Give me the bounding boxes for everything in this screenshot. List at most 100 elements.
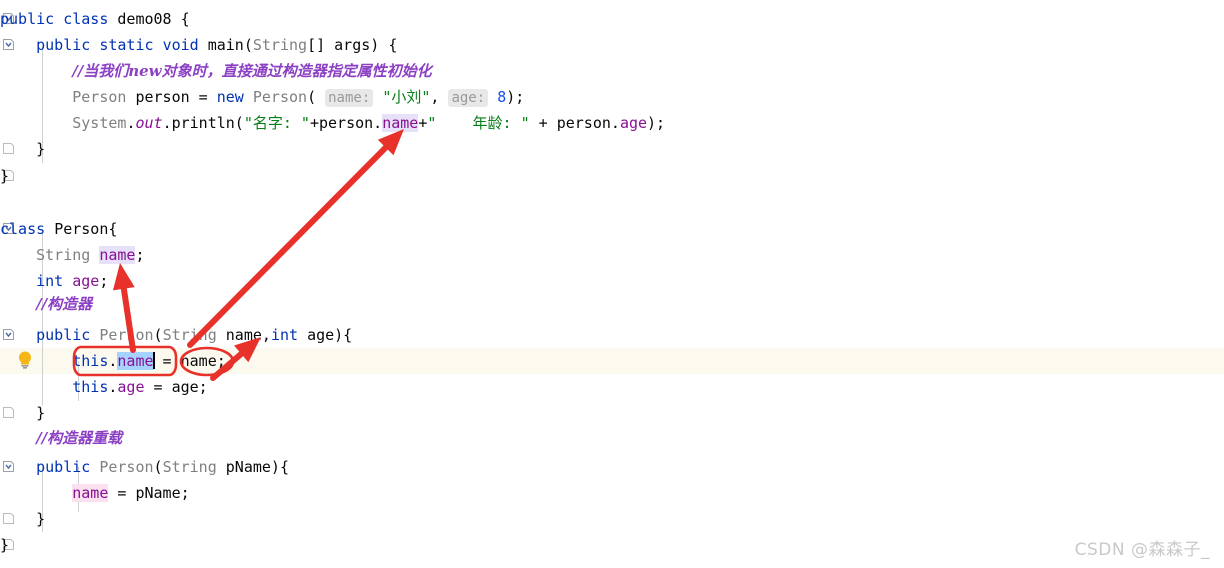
code-token: Person <box>54 220 109 238</box>
code-token: this <box>72 352 109 370</box>
code-token: age <box>72 272 100 290</box>
code-token: public <box>0 10 64 28</box>
code-line[interactable]: } <box>0 163 1224 189</box>
code-token: name: <box>325 89 374 107</box>
code-line[interactable] <box>0 189 1224 215</box>
code-token: } <box>0 536 10 554</box>
code-line[interactable]: public Person(String name,int age){ <box>0 322 1224 348</box>
code-token: String <box>252 36 308 54</box>
code-line[interactable]: name = pName; <box>0 480 1224 506</box>
code-token: , <box>430 88 449 106</box>
watermark: CSDN @森森子_ <box>1074 540 1210 560</box>
code-line[interactable]: public class demo08 { <box>0 6 1224 32</box>
code-token: Person <box>99 458 154 476</box>
code-token: String <box>162 458 226 476</box>
code-line[interactable]: //构造器 <box>0 291 1224 317</box>
code-line[interactable]: this.name = name; <box>0 348 1224 374</box>
code-line[interactable]: } <box>0 532 1224 558</box>
code-token: Person <box>99 326 154 344</box>
code-token: age){ <box>307 326 353 344</box>
code-token: ( <box>153 326 163 344</box>
code-token: age <box>619 114 648 132</box>
code-token: ); <box>647 114 666 132</box>
code-line[interactable]: } <box>0 400 1224 426</box>
code-line[interactable]: public static void main(String[] args) { <box>0 32 1224 58</box>
code-token: .println( <box>162 114 244 132</box>
code-token: "小刘" <box>382 88 431 106</box>
code-token: { <box>108 220 118 238</box>
code-token: Person <box>252 88 308 106</box>
code-token: main <box>207 36 244 54</box>
code-line[interactable]: } <box>0 136 1224 162</box>
code-token: name <box>72 484 109 502</box>
intention-bulb-icon[interactable] <box>14 349 36 371</box>
code-token: age: <box>448 89 489 107</box>
code-token: person = <box>126 88 217 106</box>
code-token: demo08 { <box>117 10 190 28</box>
code-line[interactable]: public Person(String pName){ <box>0 454 1224 480</box>
code-line[interactable]: Person person = new Person( name: "小刘", … <box>0 84 1224 110</box>
code-token: Person <box>72 88 127 106</box>
code-token: [] args) { <box>307 36 398 54</box>
code-token: ( <box>243 36 253 54</box>
code-token: ; <box>99 272 109 290</box>
code-token: //当我们new对象时，直接通过构造器指定属性初始化 <box>72 62 432 80</box>
code-token: ; <box>135 246 145 264</box>
code-token: public <box>36 458 100 476</box>
code-token: this <box>72 378 109 396</box>
code-token: + person. <box>529 114 620 132</box>
code-token: ); <box>506 88 525 106</box>
code-token: } <box>0 167 10 185</box>
code-token: System <box>72 114 127 132</box>
code-line[interactable]: System.out.println("名字: "+person.name+" … <box>0 110 1224 136</box>
code-token: " 年龄: " <box>427 114 530 132</box>
code-token: static <box>99 36 163 54</box>
code-line[interactable]: String name; <box>0 242 1224 268</box>
code-token: //构造器 <box>36 295 93 313</box>
code-token: } <box>0 510 46 528</box>
code-line[interactable]: } <box>0 506 1224 532</box>
code-token: name, <box>225 326 271 344</box>
code-line[interactable]: class Person{ <box>0 216 1224 242</box>
code-token: name <box>117 352 154 370</box>
code-token: public <box>36 36 100 54</box>
code-token: = age; <box>144 378 208 396</box>
code-token: class <box>63 10 118 28</box>
code-line[interactable]: this.age = age; <box>0 374 1224 400</box>
code-token: name <box>99 246 136 264</box>
code-token: = name; <box>153 352 226 370</box>
code-token: String <box>162 326 226 344</box>
code-editor[interactable]: public class demo08 { public static void… <box>0 0 1224 568</box>
code-token: new <box>216 88 253 106</box>
code-token: +person. <box>309 114 383 132</box>
code-token: 8 <box>497 88 507 106</box>
code-token: ( <box>307 88 317 106</box>
code-token: String <box>36 246 100 264</box>
code-token: out <box>135 114 163 132</box>
code-token: name <box>382 114 419 132</box>
code-token: void <box>162 36 208 54</box>
code-token: int <box>270 326 308 344</box>
code-token: age <box>117 378 145 396</box>
code-token: class <box>0 220 55 238</box>
code-line[interactable]: //构造器重载 <box>0 425 1224 451</box>
code-token: int <box>36 272 73 290</box>
code-token: } <box>0 404 46 422</box>
code-line[interactable]: //当我们new对象时，直接通过构造器指定属性初始化 <box>0 58 1224 84</box>
